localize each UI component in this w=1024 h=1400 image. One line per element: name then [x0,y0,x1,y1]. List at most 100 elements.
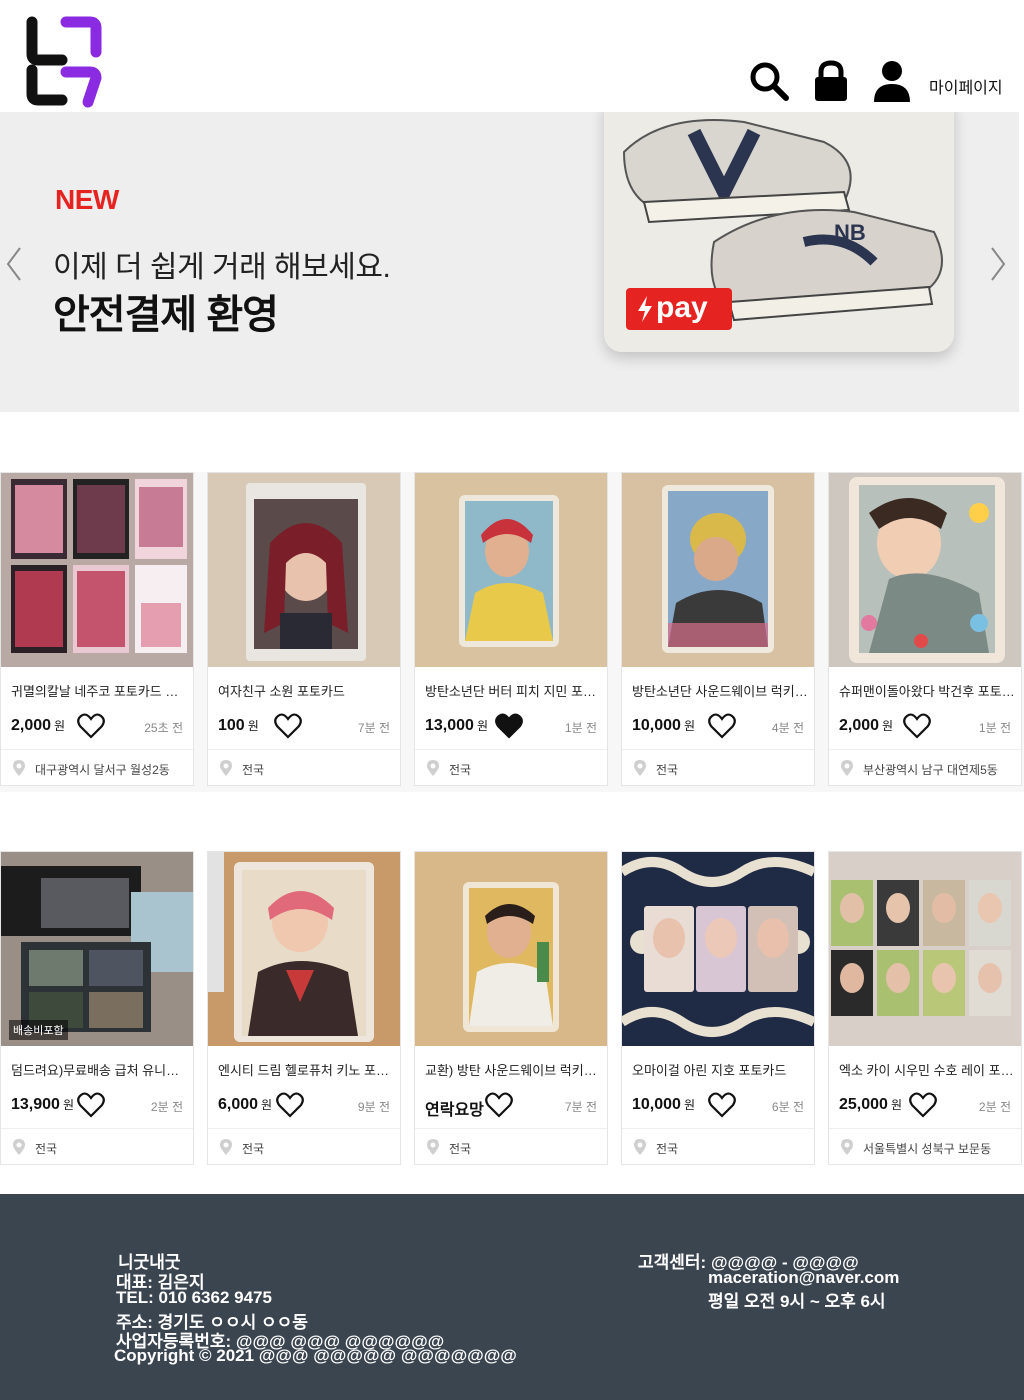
product-image [415,852,607,1046]
divider [1,1128,193,1129]
heart-icon[interactable] [708,1092,736,1118]
divider [208,1128,400,1129]
post-time: 1분 전 [564,721,597,735]
product-title[interactable]: 덤드려요)무료배송 급처 유니버셜 해리포터 [11,1060,187,1079]
location-pin-icon [634,1139,646,1155]
product-title[interactable]: 오마이걸 아린 지호 포토카드 [632,1060,808,1079]
divider [622,1128,814,1129]
product-card[interactable]: 엑소 카이 시우민 수호 레이 포토카드 25,000원 2분 전 서울특별시 … [828,851,1022,1165]
divider [208,749,400,750]
divider [829,1128,1021,1129]
post-time: 2분 전 [150,1100,183,1114]
product-location: 전국 [242,1142,265,1156]
product-image [208,852,400,1046]
product-price: 6,000 원 [218,1096,273,1113]
post-time: 2분 전 [978,1100,1011,1114]
chevron-left-icon[interactable] [4,244,24,284]
product-price: 13,000 원 [425,717,488,734]
product-card[interactable]: 엔시티 드림 헬로퓨처 키노 포토카드 6,000 원 9분 전 전국 [207,851,401,1165]
svg-text:NB: NB [834,220,866,245]
location-pin-icon [427,1139,439,1155]
product-location: 전국 [656,1142,679,1156]
post-time: 6분 전 [771,1100,804,1114]
location-pin-icon [13,760,25,776]
heart-icon[interactable] [485,1092,513,1118]
post-time: 25초 전 [144,721,183,735]
divider [1,749,193,750]
product-card[interactable]: 교환) 방탄 사운드웨이브 럭키드로우 연락요망 7분 전 전국 [414,851,608,1165]
banner-subtitle: 이제 더 쉽게 거래 해보세요. [53,251,391,284]
product-location: 부산광역시 남구 대연제5동 [863,763,998,777]
product-card[interactable]: 여자친구 소원 포토카드 100 원 7분 전 전국 [207,472,401,786]
product-price: 100 원 [218,717,259,734]
heart-icon[interactable] [708,713,736,739]
product-title[interactable]: 교환) 방탄 사운드웨이브 럭키드로우 [425,1060,601,1079]
product-location: 전국 [35,1142,58,1156]
product-card[interactable]: 슈퍼맨이돌아왔다 박건후 포토카드 2,000 원 1분 전 부산광역시 남구 대… [828,472,1022,786]
footer-email[interactable]: maceration@naver.com [708,1268,899,1288]
product-location: 전국 [449,763,472,777]
product-image [622,852,814,1046]
product-card[interactable]: 방탄소년단 사운드웨이브 럭키드로우 10,000원 4분 전 전국 [621,472,815,786]
banner-title: 안전결제 환영 [53,293,279,337]
product-price: 13,900 원 [11,1096,74,1113]
product-card[interactable]: 귀멸의칼날 네주코 포토카드 세트 2,000 원 25초 전 대구광역시 달서구… [0,472,194,786]
product-card[interactable]: 배송비포함 덤드려요)무료배송 급처 유니버셜 해리포터 13,900원 2분 … [0,851,194,1165]
heart-icon[interactable] [274,713,302,739]
heart-icon[interactable] [77,713,105,739]
divider [622,749,814,750]
product-location: 전국 [656,763,679,777]
logo[interactable] [22,14,106,110]
heart-icon[interactable] [909,1092,937,1118]
post-time: 9분 전 [357,1100,390,1114]
product-location: 대구광역시 달서구 월성2동 [35,763,170,777]
product-title[interactable]: 엑소 카이 시우민 수호 레이 포토카드 [839,1060,1015,1079]
product-card[interactable]: 방탄소년단 버터 피치 지민 포토카드 13,000 원 1분 전 전국 [414,472,608,786]
promo-banner[interactable]: NEW 이제 더 쉽게 거래 해보세요. 안전결제 환영 NB pay [0,112,1019,412]
product-image [829,473,1021,667]
heart-icon[interactable] [903,713,931,739]
search-icon[interactable] [748,60,790,102]
product-image [208,473,400,667]
divider [829,749,1021,750]
divider [415,1128,607,1129]
banner-product-image: NB pay [604,112,954,352]
divider [415,749,607,750]
product-price: 10,000 원 [632,1096,695,1113]
footer-hours: 평일 오전 9시 ~ 오후 6시 [708,1292,886,1311]
heart-icon[interactable] [276,1092,304,1118]
user-icon[interactable] [872,60,912,102]
bolt-icon [638,296,652,322]
product-grid-row-1: 귀멸의칼날 네주코 포토카드 세트 2,000 원 25초 전 대구광역시 달서구… [0,472,1024,792]
heart-icon-filled[interactable] [495,713,523,739]
location-pin-icon [220,760,232,776]
post-time: 7분 전 [357,721,390,735]
heart-icon[interactable] [77,1092,105,1118]
product-title[interactable]: 방탄소년단 사운드웨이브 럭키드로우 [632,681,808,700]
product-title[interactable]: 방탄소년단 버터 피치 지민 포토카드 [425,681,601,700]
product-card[interactable]: 오마이걸 아린 지호 포토카드 10,000 원 6분 전 전국 [621,851,815,1165]
product-title[interactable]: 엔시티 드림 헬로퓨처 키노 포토카드 [218,1060,394,1079]
product-grid-row-2: 배송비포함 덤드려요)무료배송 급처 유니버셜 해리포터 13,900원 2분 … [0,851,1024,1167]
product-title[interactable]: 귀멸의칼날 네주코 포토카드 세트 [11,681,187,700]
product-price: 2,000 원 [11,717,66,734]
post-time: 7분 전 [564,1100,597,1114]
chevron-right-icon[interactable] [988,244,1008,284]
product-image [622,473,814,667]
post-time: 4분 전 [771,721,804,735]
product-price: 2,000 원 [839,717,894,734]
lock-icon[interactable] [812,60,850,102]
product-title[interactable]: 여자친구 소원 포토카드 [218,681,394,700]
product-title[interactable]: 슈퍼맨이돌아왔다 박건후 포토카드 [839,681,1015,700]
banner-new-label: NEW [55,184,119,215]
location-pin-icon [634,760,646,776]
product-location: 서울특별시 성북구 보문동 [863,1142,992,1156]
mypage-link[interactable]: 마이페이지 [929,74,1003,98]
product-image [1,852,193,1046]
location-pin-icon [841,1139,853,1155]
site-header: 마이페이지 [0,0,1024,112]
pay-label: pay [656,291,708,324]
product-price: 10,000 원 [632,717,695,734]
product-price: 25,000 원 [839,1096,902,1113]
product-location: 전국 [449,1142,472,1156]
